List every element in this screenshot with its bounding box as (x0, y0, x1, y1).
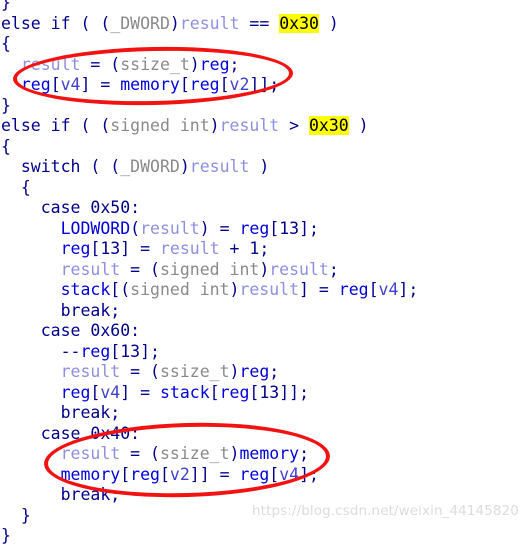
code-line[interactable]: { (0, 34, 523, 55)
code-line[interactable]: break; (0, 403, 523, 424)
code-line[interactable]: switch ( (_DWORD)result ) (0, 157, 523, 178)
code-line[interactable]: result = (ssize_t)reg; (0, 55, 523, 76)
code-line[interactable]: reg[v4] = memory[reg[v2]]; (0, 75, 523, 96)
code-line[interactable]: case 0x60: (0, 321, 523, 342)
code-line[interactable]: else if ( (_DWORD)result == 0x30 ) (0, 13, 523, 35)
code-line[interactable]: else if ( (signed int)result > 0x30 ) (0, 116, 523, 137)
code-line[interactable]: case 0x40: (0, 424, 523, 445)
csdn-watermark: https://blog.csdn.net/weixin_44145820 (252, 503, 519, 519)
code-line[interactable]: reg[13] = result + 1; (0, 239, 523, 260)
code-line[interactable]: } (0, 526, 523, 547)
code-line[interactable]: result = (ssize_t)memory; (0, 444, 523, 465)
pseudocode-view[interactable]: } else if ( (_DWORD)result == 0x30 ){ res… (0, 0, 523, 545)
code-line[interactable]: stack[(signed int)result] = reg[v4]; (0, 280, 523, 301)
code-line[interactable]: break; (0, 301, 523, 322)
code-line[interactable]: result = (ssize_t)reg; (0, 362, 523, 383)
code-line[interactable]: { (0, 178, 523, 199)
code-line[interactable]: --reg[13]; (0, 342, 523, 363)
code-line[interactable]: } (0, 0, 523, 14)
code-line[interactable]: result = (signed int)result; (0, 260, 523, 281)
code-line[interactable]: { (0, 137, 523, 158)
code-listing[interactable]: } else if ( (_DWORD)result == 0x30 ){ res… (0, 0, 523, 547)
code-line[interactable]: LODWORD(result) = reg[13]; (0, 219, 523, 240)
code-line[interactable]: reg[v4] = stack[reg[13]]; (0, 383, 523, 404)
code-line[interactable]: memory[reg[v2]] = reg[v4]; (0, 465, 523, 486)
code-line[interactable]: } (0, 96, 523, 117)
code-line[interactable]: case 0x50: (0, 198, 523, 219)
